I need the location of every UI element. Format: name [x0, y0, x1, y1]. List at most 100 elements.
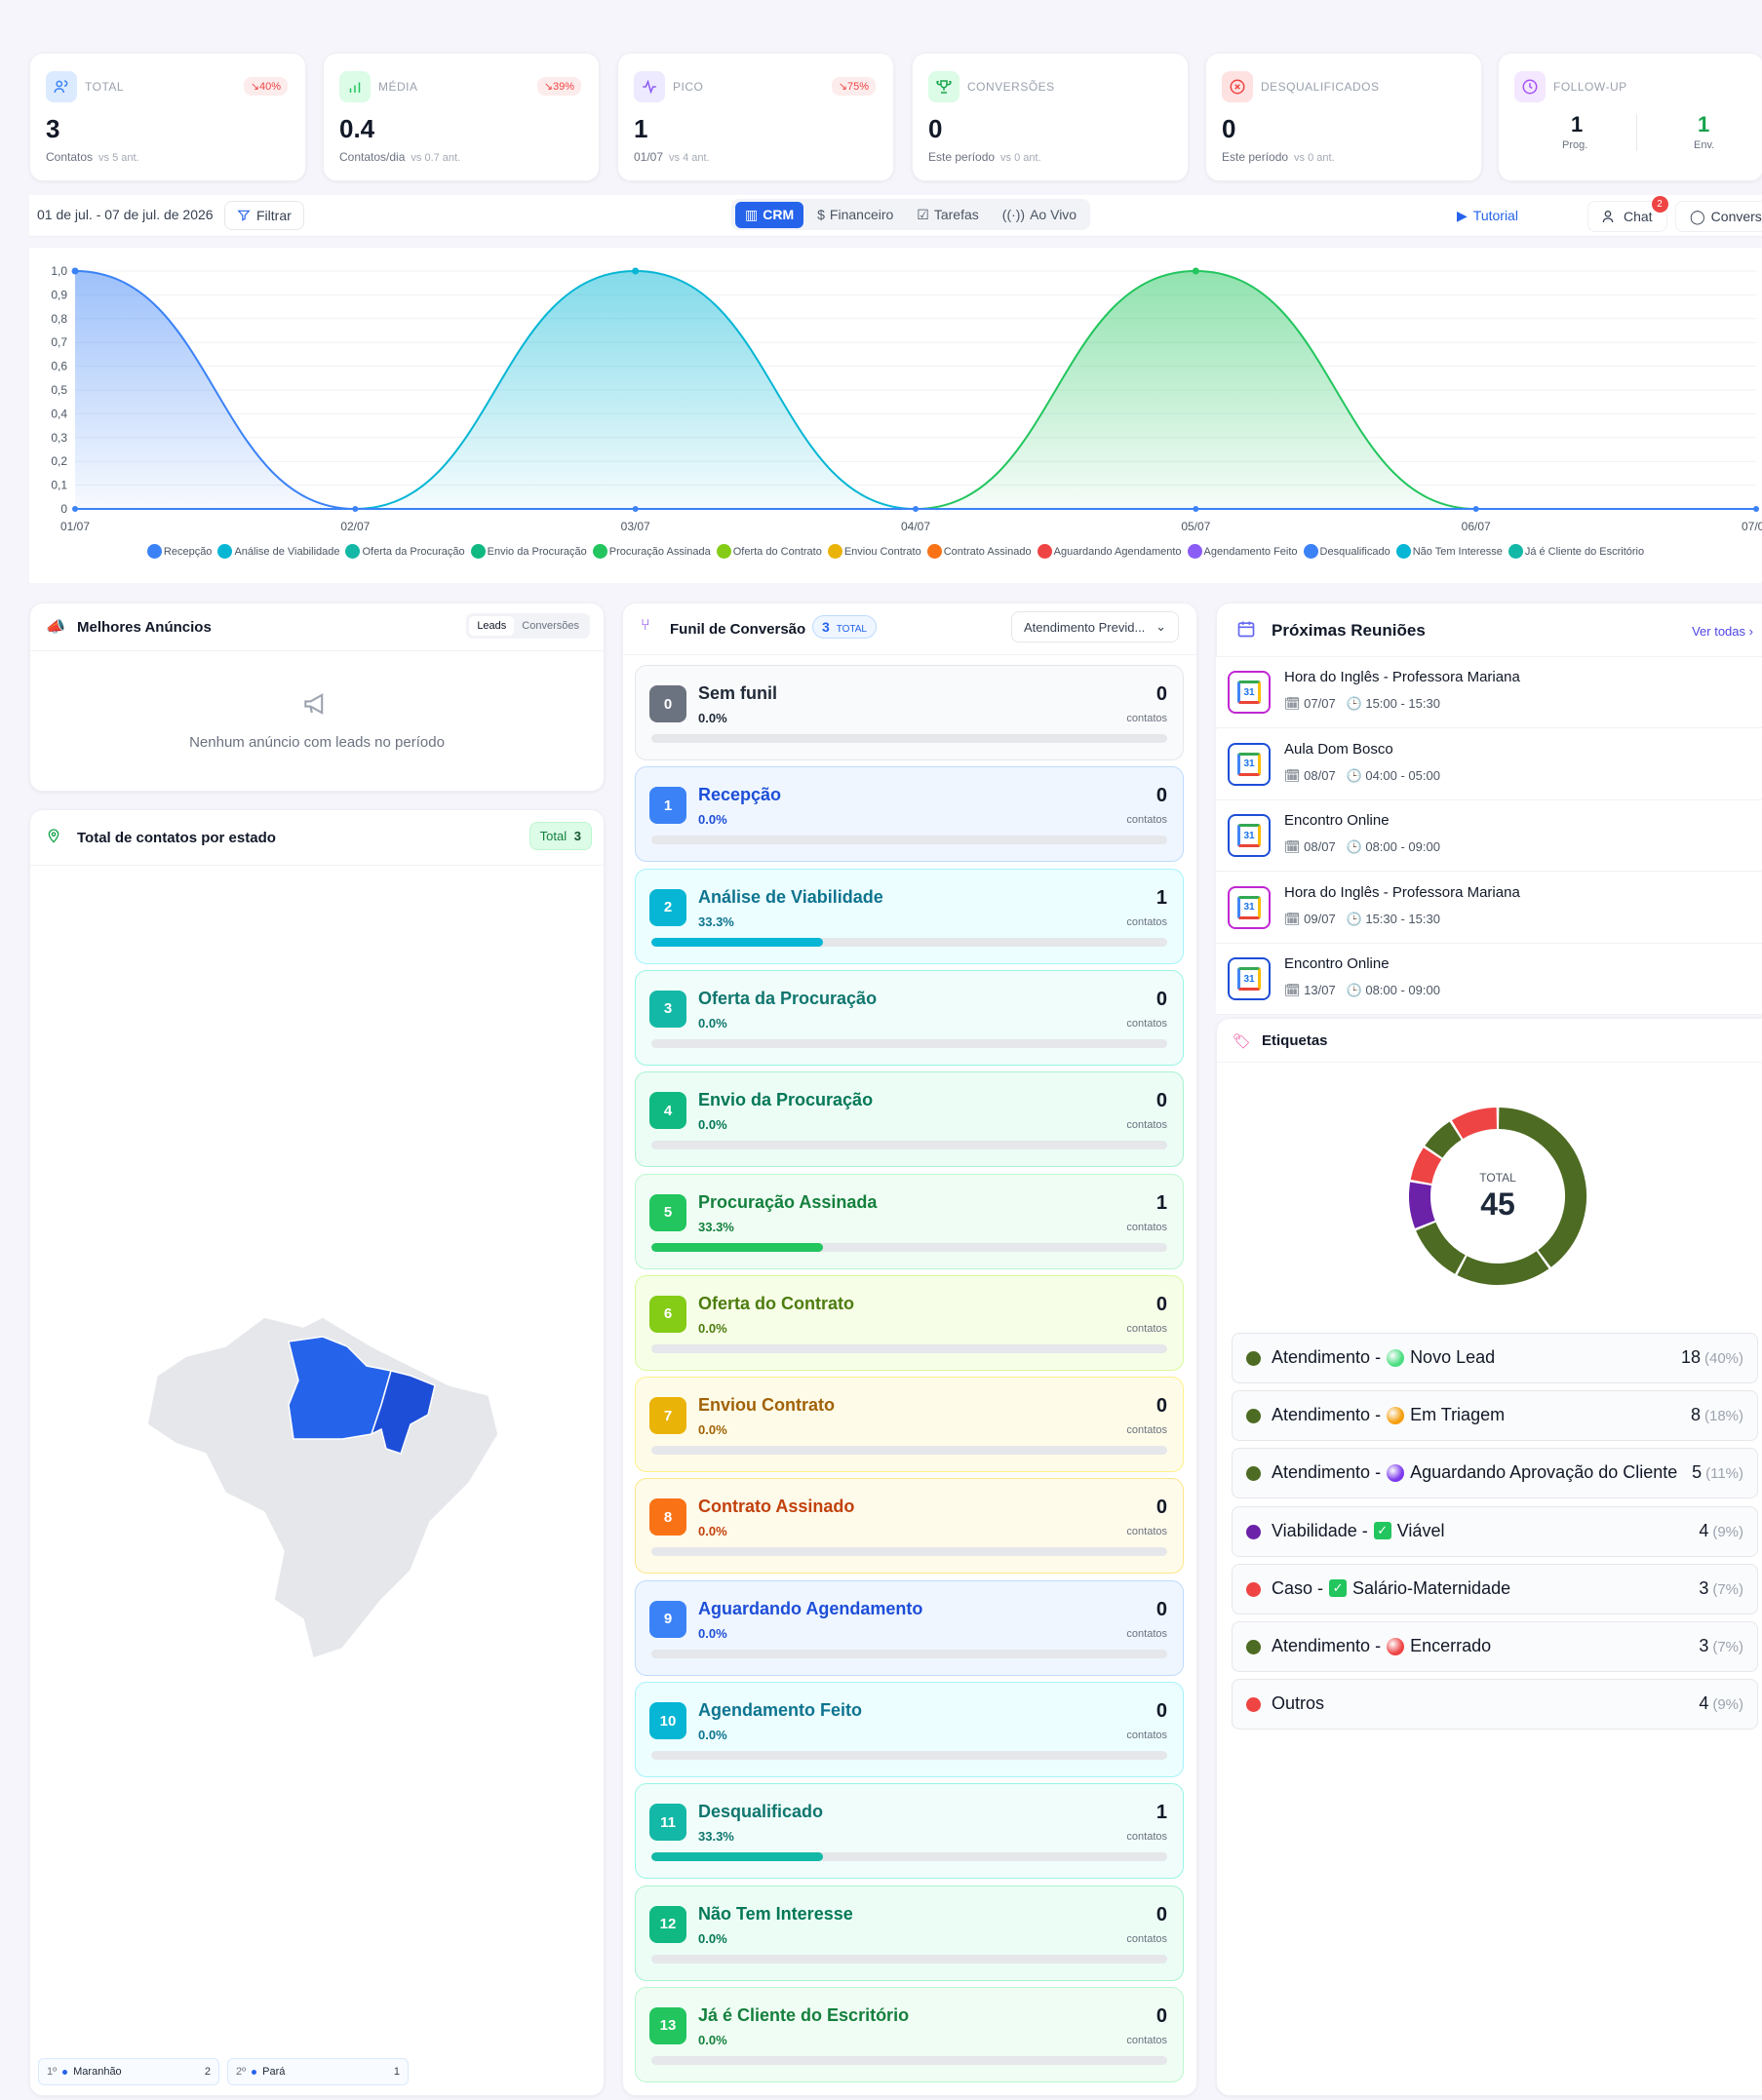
funnel-stage[interactable]: 8 Contrato Assinado 0.0% 0 contatos	[635, 1478, 1184, 1575]
date-range[interactable]: 01 de jul. - 07 de jul. de 2026	[37, 207, 214, 222]
chat-button[interactable]: Chat 2	[1587, 196, 1668, 232]
legend-swatch	[217, 544, 233, 559]
stage-name: Contrato Assinado	[698, 1497, 855, 1517]
stage-name: Análise de Viabilidade	[698, 886, 883, 907]
meeting-title: Encontro Online	[1284, 812, 1390, 829]
stage-name: Sem funil	[698, 683, 778, 703]
meeting-item[interactable]: 31 Encontro Online 🗓 08/07 🕒 08:00 - 09:…	[1216, 800, 1762, 872]
meeting-item[interactable]: 31 Encontro Online 🗓 13/07 🕒 08:00 - 09:…	[1216, 944, 1762, 1015]
legend-swatch	[345, 544, 361, 559]
chevron-down-icon: ⌄	[1155, 619, 1166, 634]
ads-tab-leads[interactable]: Leads	[469, 616, 515, 636]
donut-segment[interactable]	[1457, 1251, 1549, 1285]
area-chart: 1,0 0,9 0,8 0,7 0,6 0,5 0,4 0,3 0,2 0,1 0 01/07 02/0…	[51, 264, 1762, 533]
funnel-stage[interactable]: 9 Aguardando Agendamento 0.0% 0 contatos	[635, 1579, 1184, 1676]
meeting-item[interactable]: 31 Hora do Inglês - Professora Mariana 🗓…	[1216, 657, 1762, 728]
legend-swatch	[716, 544, 731, 559]
funnel-stage[interactable]: 0 Sem funil 0.0% 0 contatos	[635, 665, 1184, 760]
kpi-card: CONVERSÕES 0 Este período vs 0 ant.	[912, 53, 1189, 181]
funnel-stage[interactable]: 5 Procuração Assinada 33.3% 1 contatos	[635, 1173, 1184, 1269]
meeting-item[interactable]: 31 Aula Dom Bosco 🗓 08/07 🕒 04:00 - 05:0…	[1216, 728, 1762, 800]
donut-segment[interactable]	[1425, 1121, 1462, 1158]
legend-item[interactable]: Já é Cliente do Escritório	[1507, 544, 1644, 559]
tags-header-divider	[1217, 1062, 1762, 1063]
legend-item[interactable]: Oferta da Procuração	[345, 544, 465, 559]
tag-group-dot	[1246, 1351, 1261, 1366]
tag-prefix: Atendimento -	[1272, 1405, 1382, 1425]
legend-item[interactable]: Oferta do Contrato	[716, 544, 822, 559]
calendar-small-icon: 🗓	[1284, 983, 1301, 997]
meeting-datetime: 🗓 07/07 🕒 15:00 - 15:30	[1284, 696, 1440, 711]
legend-item[interactable]: Não Tem Interesse	[1395, 544, 1503, 559]
legend-item[interactable]: Contrato Assinado	[926, 544, 1032, 559]
funnel-stage[interactable]: 3 Oferta da Procuração 0.0% 0 contatos	[635, 969, 1184, 1066]
tag-row[interactable]: Viabilidade - ✓ Viável 4 (9%)	[1232, 1505, 1758, 1557]
tag-row[interactable]: Atendimento - Aguardando Aprovação do Cli…	[1232, 1448, 1758, 1499]
tag-row[interactable]: Atendimento - Em Triagem 8 (18%)	[1232, 1390, 1758, 1442]
tag-label: Atendimento - Em Triagem	[1272, 1405, 1505, 1425]
legend-item[interactable]: Envio da Procuração	[470, 544, 587, 559]
stage-name: Agendamento Feito	[698, 1700, 863, 1720]
funnel-stage[interactable]: 13 Já é Cliente do Escritório 0.0% 0 con…	[635, 1986, 1184, 2082]
y-tick-label: 1,0	[51, 264, 67, 278]
legend-swatch	[1395, 544, 1411, 559]
tab-financeiro[interactable]: $ Financeiro	[807, 202, 903, 227]
tag-name: Viável	[1396, 1520, 1445, 1540]
x-circle-icon	[1222, 71, 1253, 102]
tab-ao-vivo[interactable]: ((·)) Ao Vivo	[993, 202, 1086, 227]
see-all-link[interactable]: Ver todas ›	[1692, 624, 1753, 639]
tag-name: Salário-Maternidade	[1352, 1577, 1511, 1598]
funnel-stage[interactable]: 2 Análise de Viabilidade 33.3% 1 contato…	[635, 868, 1184, 964]
stage-name: Desqualificado	[698, 1802, 824, 1822]
tag-count: 5 (11%)	[1692, 1462, 1743, 1483]
tag-row[interactable]: Atendimento - Novo Lead 18 (40%)	[1232, 1333, 1758, 1383]
funnel-stage[interactable]: 12 Não Tem Interesse 0.0% 0 contatos	[635, 1885, 1184, 1981]
legend-item[interactable]: Recepção	[146, 544, 212, 559]
tag-row[interactable]: Outros 4 (9%)	[1232, 1679, 1758, 1731]
tags-title: Etiquetas	[1262, 1032, 1328, 1049]
funnel-select[interactable]: Atendimento Previd... ⌄	[1011, 611, 1179, 642]
ads-empty-text: Nenhum anúncio com leads no período	[189, 734, 445, 751]
stage-name: Enviou Contrato	[698, 1395, 835, 1416]
clock-small-icon: 🕒	[1346, 767, 1362, 783]
stage-percent: 0.0%	[698, 1930, 727, 1946]
legend-item[interactable]: Procuração Assinada	[592, 544, 711, 559]
chart-legend: Recepção Análise de Viabilidade Oferta da …	[29, 544, 1762, 559]
meeting-item[interactable]: 31 Hora do Inglês - Professora Mariana 🗓…	[1216, 872, 1762, 944]
tab-tarefas[interactable]: ☑ Tarefas	[907, 202, 988, 228]
calendar-icon	[1236, 619, 1256, 643]
legend-item[interactable]: Enviou Contrato	[827, 544, 921, 559]
y-tick-label: 0,8	[51, 312, 67, 326]
y-tick-label: 0,9	[51, 288, 67, 301]
donut-segment[interactable]	[1416, 1222, 1467, 1274]
tag-name: Novo Lead	[1410, 1347, 1496, 1367]
funnel-stage[interactable]: 1 Recepção 0.0% 0 contatos	[635, 766, 1184, 863]
data-point	[632, 506, 639, 512]
tags-panel: 🏷 Etiquetas TOTAL 45	[1216, 1018, 1762, 2096]
ads-tab-conversoes[interactable]: Conversões	[514, 616, 587, 636]
stage-percent: 0.0%	[698, 711, 727, 725]
legend-swatch	[1187, 544, 1202, 559]
funnel-stage[interactable]: 11 Desqualificado 33.3% 1 contatos	[635, 1783, 1184, 1880]
stage-progress	[651, 1649, 1167, 1658]
tag-count: 3 (7%)	[1699, 1577, 1743, 1598]
conversations-button[interactable]: ◯ Convers	[1675, 201, 1762, 232]
activity-icon	[634, 71, 665, 102]
donut-segment[interactable]	[1451, 1108, 1498, 1140]
legend-item[interactable]: Aguardando Agendamento	[1037, 544, 1182, 559]
legend-item[interactable]: Análise de Viabilidade	[217, 544, 339, 559]
funnel-stage[interactable]: 10 Agendamento Feito 0.0% 0 contatos	[635, 1682, 1184, 1777]
tab-crm[interactable]: ▥ CRM	[735, 201, 804, 228]
legend-item[interactable]: Desqualificado	[1303, 544, 1390, 559]
tag-row[interactable]: Caso - ✓ Salário-Maternidade 3 (7%)	[1232, 1563, 1758, 1614]
funnel-stage[interactable]: 6 Oferta do Contrato 0.0% 0 contatos	[635, 1274, 1184, 1371]
tag-row[interactable]: Atendimento - Encerrado 3 (7%)	[1232, 1621, 1758, 1672]
ads-panel: 📣 Melhores Anúncios Leads Conversões Nen…	[29, 603, 605, 792]
filter-button[interactable]: Filtrar	[224, 201, 304, 230]
legend-item[interactable]: Agendamento Feito	[1187, 544, 1298, 559]
funnel-stage[interactable]: 7 Enviou Contrato 0.0% 0 contatos	[635, 1377, 1184, 1473]
filter-icon	[237, 210, 251, 221]
funnel-stage[interactable]: 4 Envio da Procuração 0.0% 0 contatos	[635, 1071, 1184, 1168]
stage-number: 7	[649, 1397, 686, 1435]
tutorial-button[interactable]: ▶ Tutorial	[1443, 201, 1587, 230]
